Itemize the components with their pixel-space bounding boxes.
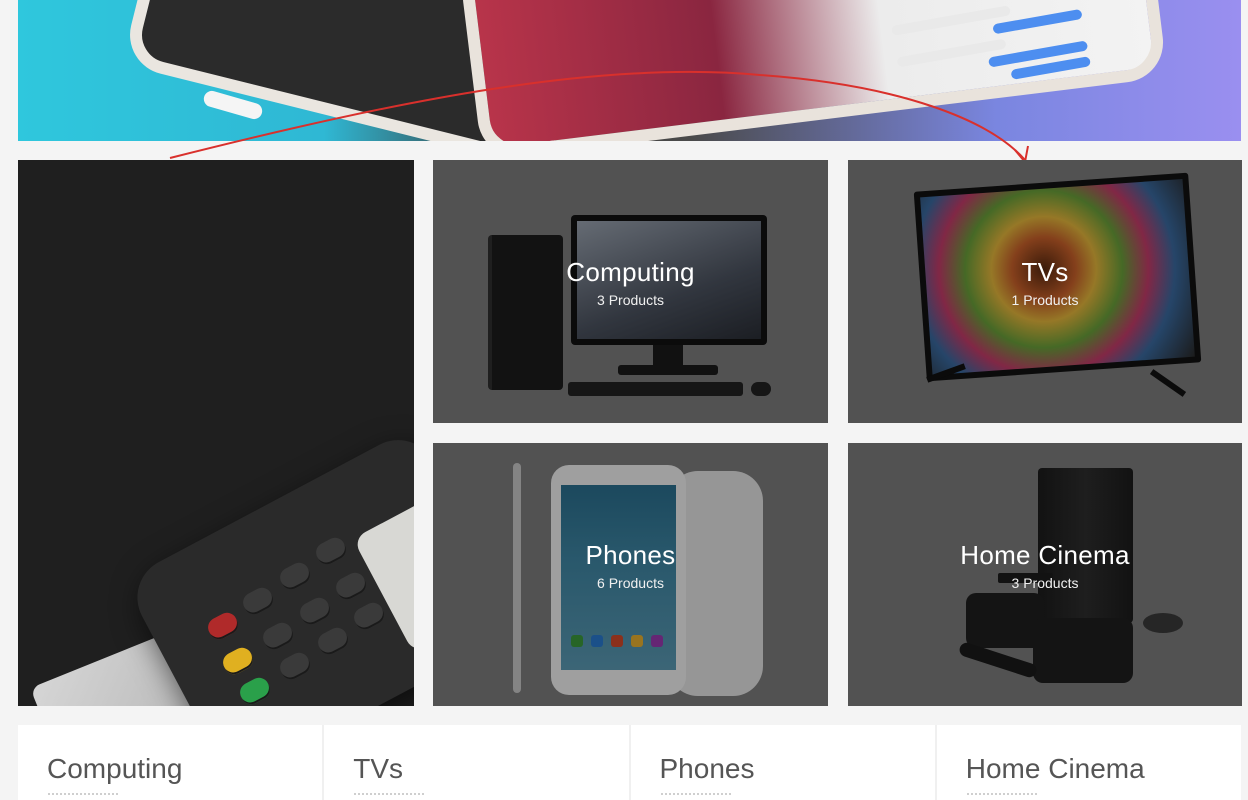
dotted-divider (48, 793, 118, 795)
tile-title: TVs (1021, 257, 1069, 287)
category-card-phones[interactable]: Phones (630, 725, 937, 800)
category-card-title: TVs (353, 753, 404, 784)
tile-product-count: 1 Products (1011, 292, 1079, 308)
mastercard-logo (66, 701, 121, 706)
tile-title: Home Cinema (960, 540, 1130, 570)
dotted-divider (354, 793, 425, 795)
tile-label: Home Cinema 3 Products (848, 540, 1242, 591)
tile-product-count: 3 Products (1011, 575, 1079, 591)
pos-terminal-tile[interactable] (18, 160, 414, 706)
category-tile-computing[interactable]: Computing 3 Products (433, 160, 828, 423)
category-card-tvs[interactable]: TVs (324, 725, 631, 800)
category-card-title: Home Cinema (965, 753, 1145, 784)
category-tile-tvs[interactable]: TVs 1 Products (848, 160, 1242, 423)
category-card-computing[interactable]: Computing (18, 725, 325, 800)
chat-bubbles-graphic (890, 0, 1106, 129)
tile-label: TVs 1 Products (848, 257, 1242, 308)
tile-label: Phones 6 Products (433, 540, 828, 591)
tile-product-count: 6 Products (597, 575, 664, 591)
dotted-divider (660, 793, 731, 795)
category-card-home-cinema[interactable]: Home Cinema (936, 725, 1241, 800)
category-card-title: Computing (47, 753, 183, 784)
dotted-divider (966, 793, 1037, 795)
category-strip: Computing TVs Phones Home Cinema (18, 725, 1241, 800)
tile-label: Computing 3 Products (433, 257, 828, 308)
category-tile-phones[interactable]: Phones 6 Products (433, 443, 828, 706)
category-card-title: Phones (659, 753, 755, 784)
tile-title: Phones (585, 540, 676, 570)
tile-title: Computing (566, 257, 695, 287)
category-tile-home-cinema[interactable]: Home Cinema 3 Products (848, 443, 1242, 706)
tile-product-count: 3 Products (597, 292, 664, 308)
hero-banner[interactable] (18, 0, 1241, 141)
